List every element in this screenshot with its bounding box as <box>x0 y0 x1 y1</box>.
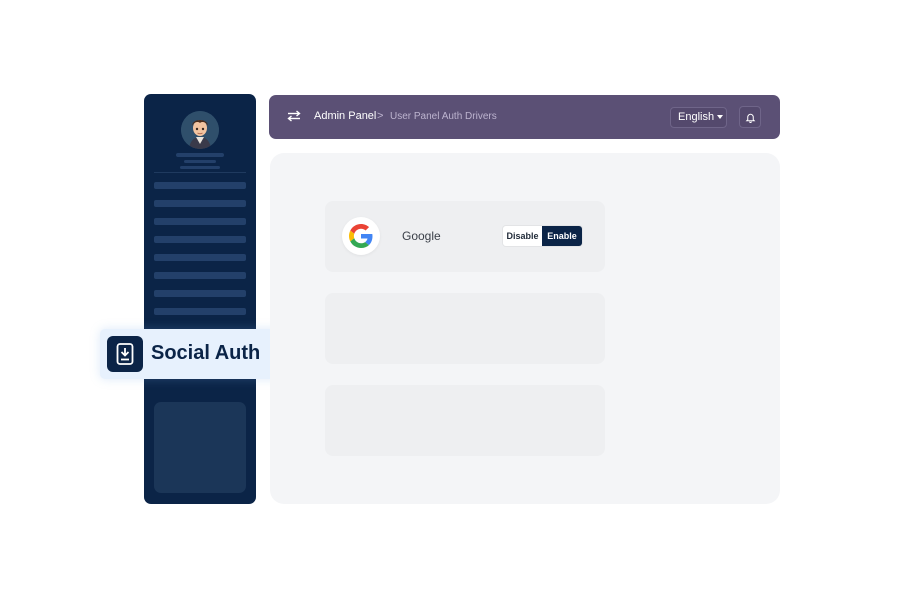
google-icon <box>342 217 380 255</box>
user-email-placeholder <box>180 166 220 169</box>
sidebar-item-placeholder[interactable] <box>154 272 246 279</box>
driver-card-google: Google Disable Enable <box>325 201 605 272</box>
user-name-placeholder <box>176 153 224 157</box>
sidebar-item-placeholder[interactable] <box>154 218 246 225</box>
swap-arrows-icon[interactable] <box>287 109 301 123</box>
sidebar-item-placeholder[interactable] <box>154 200 246 207</box>
sidebar-item-placeholder[interactable] <box>154 290 246 297</box>
language-selector[interactable]: English <box>670 107 727 128</box>
user-role-placeholder <box>184 160 216 163</box>
sidebar-item-placeholder[interactable] <box>154 182 246 189</box>
bell-icon <box>745 113 756 123</box>
driver-toggle: Disable Enable <box>503 226 582 246</box>
social-auth-label: Social Auth <box>151 342 261 364</box>
sidebar-bottom-card <box>154 402 246 493</box>
mobile-download-icon <box>107 336 143 372</box>
driver-name: Google <box>402 229 441 243</box>
sidebar-divider <box>154 172 246 173</box>
notification-button[interactable] <box>739 106 761 128</box>
top-bar: Admin Panel > User Panel Auth Drivers En… <box>269 95 780 139</box>
social-auth-tag: Social Auth <box>100 329 280 379</box>
breadcrumb-admin-panel[interactable]: Admin Panel <box>314 110 376 122</box>
sidebar-item-placeholder[interactable] <box>154 254 246 261</box>
sidebar-item-placeholder[interactable] <box>154 236 246 243</box>
enable-button[interactable]: Enable <box>542 226 582 246</box>
sidebar-item-placeholder[interactable] <box>154 308 246 315</box>
language-label: English <box>678 111 715 123</box>
avatar[interactable] <box>181 111 219 149</box>
breadcrumb-current: User Panel Auth Drivers <box>390 111 497 122</box>
driver-card-placeholder <box>325 293 605 364</box>
breadcrumb-separator: > <box>377 110 384 122</box>
sidebar <box>144 94 256 504</box>
driver-card-placeholder <box>325 385 605 456</box>
caret-down-icon <box>717 115 724 120</box>
disable-button[interactable]: Disable <box>503 226 542 246</box>
main-panel: Google Disable Enable <box>270 153 780 504</box>
